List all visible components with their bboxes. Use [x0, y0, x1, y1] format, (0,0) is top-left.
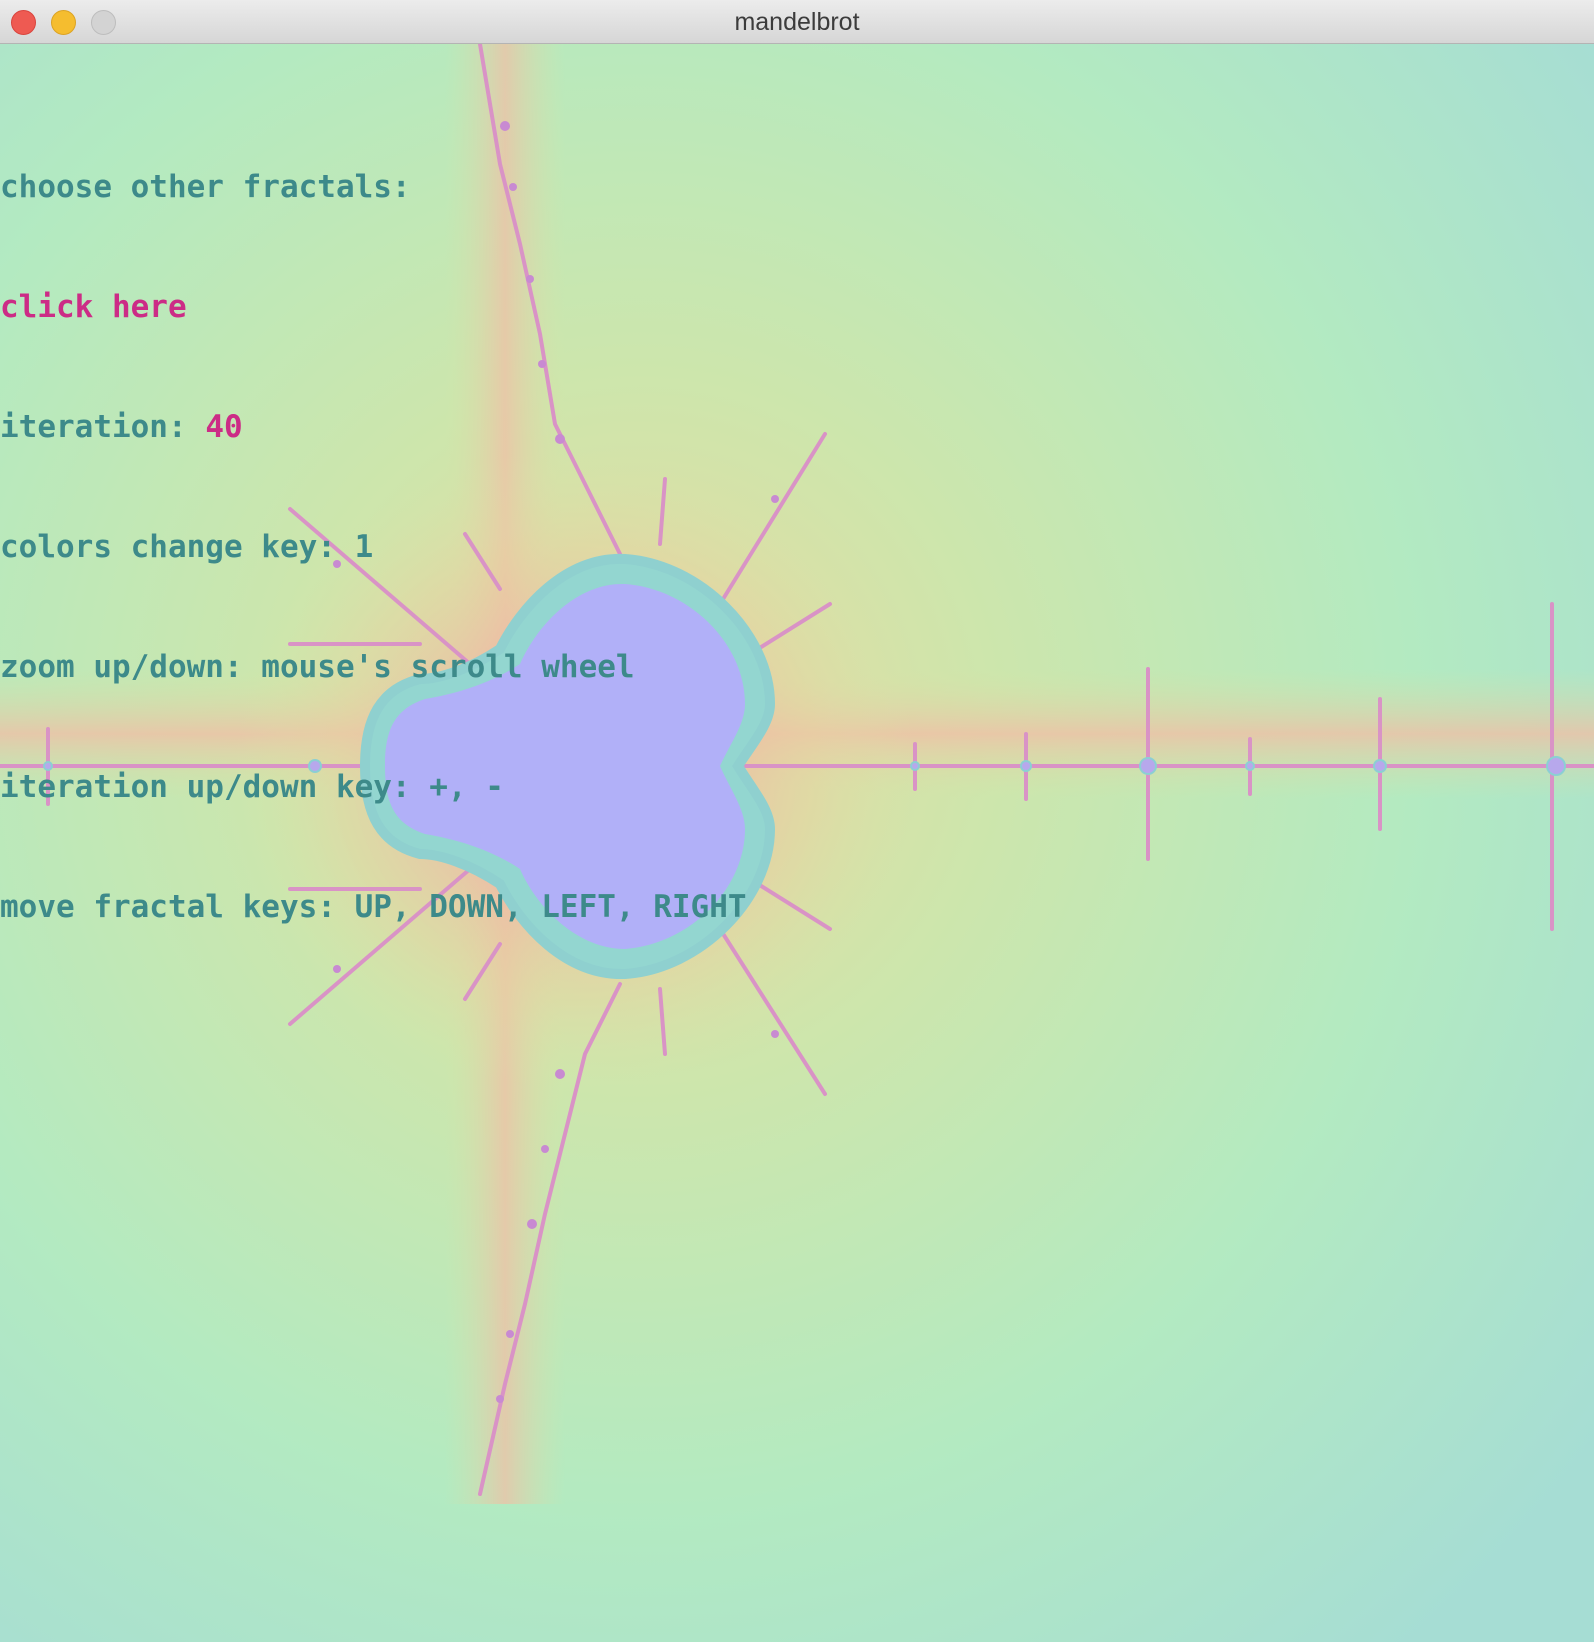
iteration-line: iteration: 40 [0, 407, 900, 447]
window-title: mandelbrot [734, 8, 860, 36]
app-window: mandelbrot choose other fractals: click … [0, 0, 1594, 1642]
move-keys-help: move fractal keys: UP, DOWN, LEFT, RIGHT [0, 889, 747, 925]
choose-fractals-link[interactable]: click here [0, 287, 900, 327]
iteration-label: iteration: [0, 409, 206, 445]
title-bar[interactable]: mandelbrot [0, 0, 1594, 44]
zoom-help: zoom up/down: mouse's scroll wheel [0, 649, 635, 685]
iteration-keys-help: iteration up/down key: +, - [0, 769, 504, 805]
help-overlay: choose other fractals: click here iterat… [0, 44, 900, 1007]
colors-key-help: colors change key: 1 [0, 529, 374, 565]
choose-fractals-label: choose other fractals: [0, 169, 411, 205]
iteration-value: 40 [205, 409, 243, 445]
